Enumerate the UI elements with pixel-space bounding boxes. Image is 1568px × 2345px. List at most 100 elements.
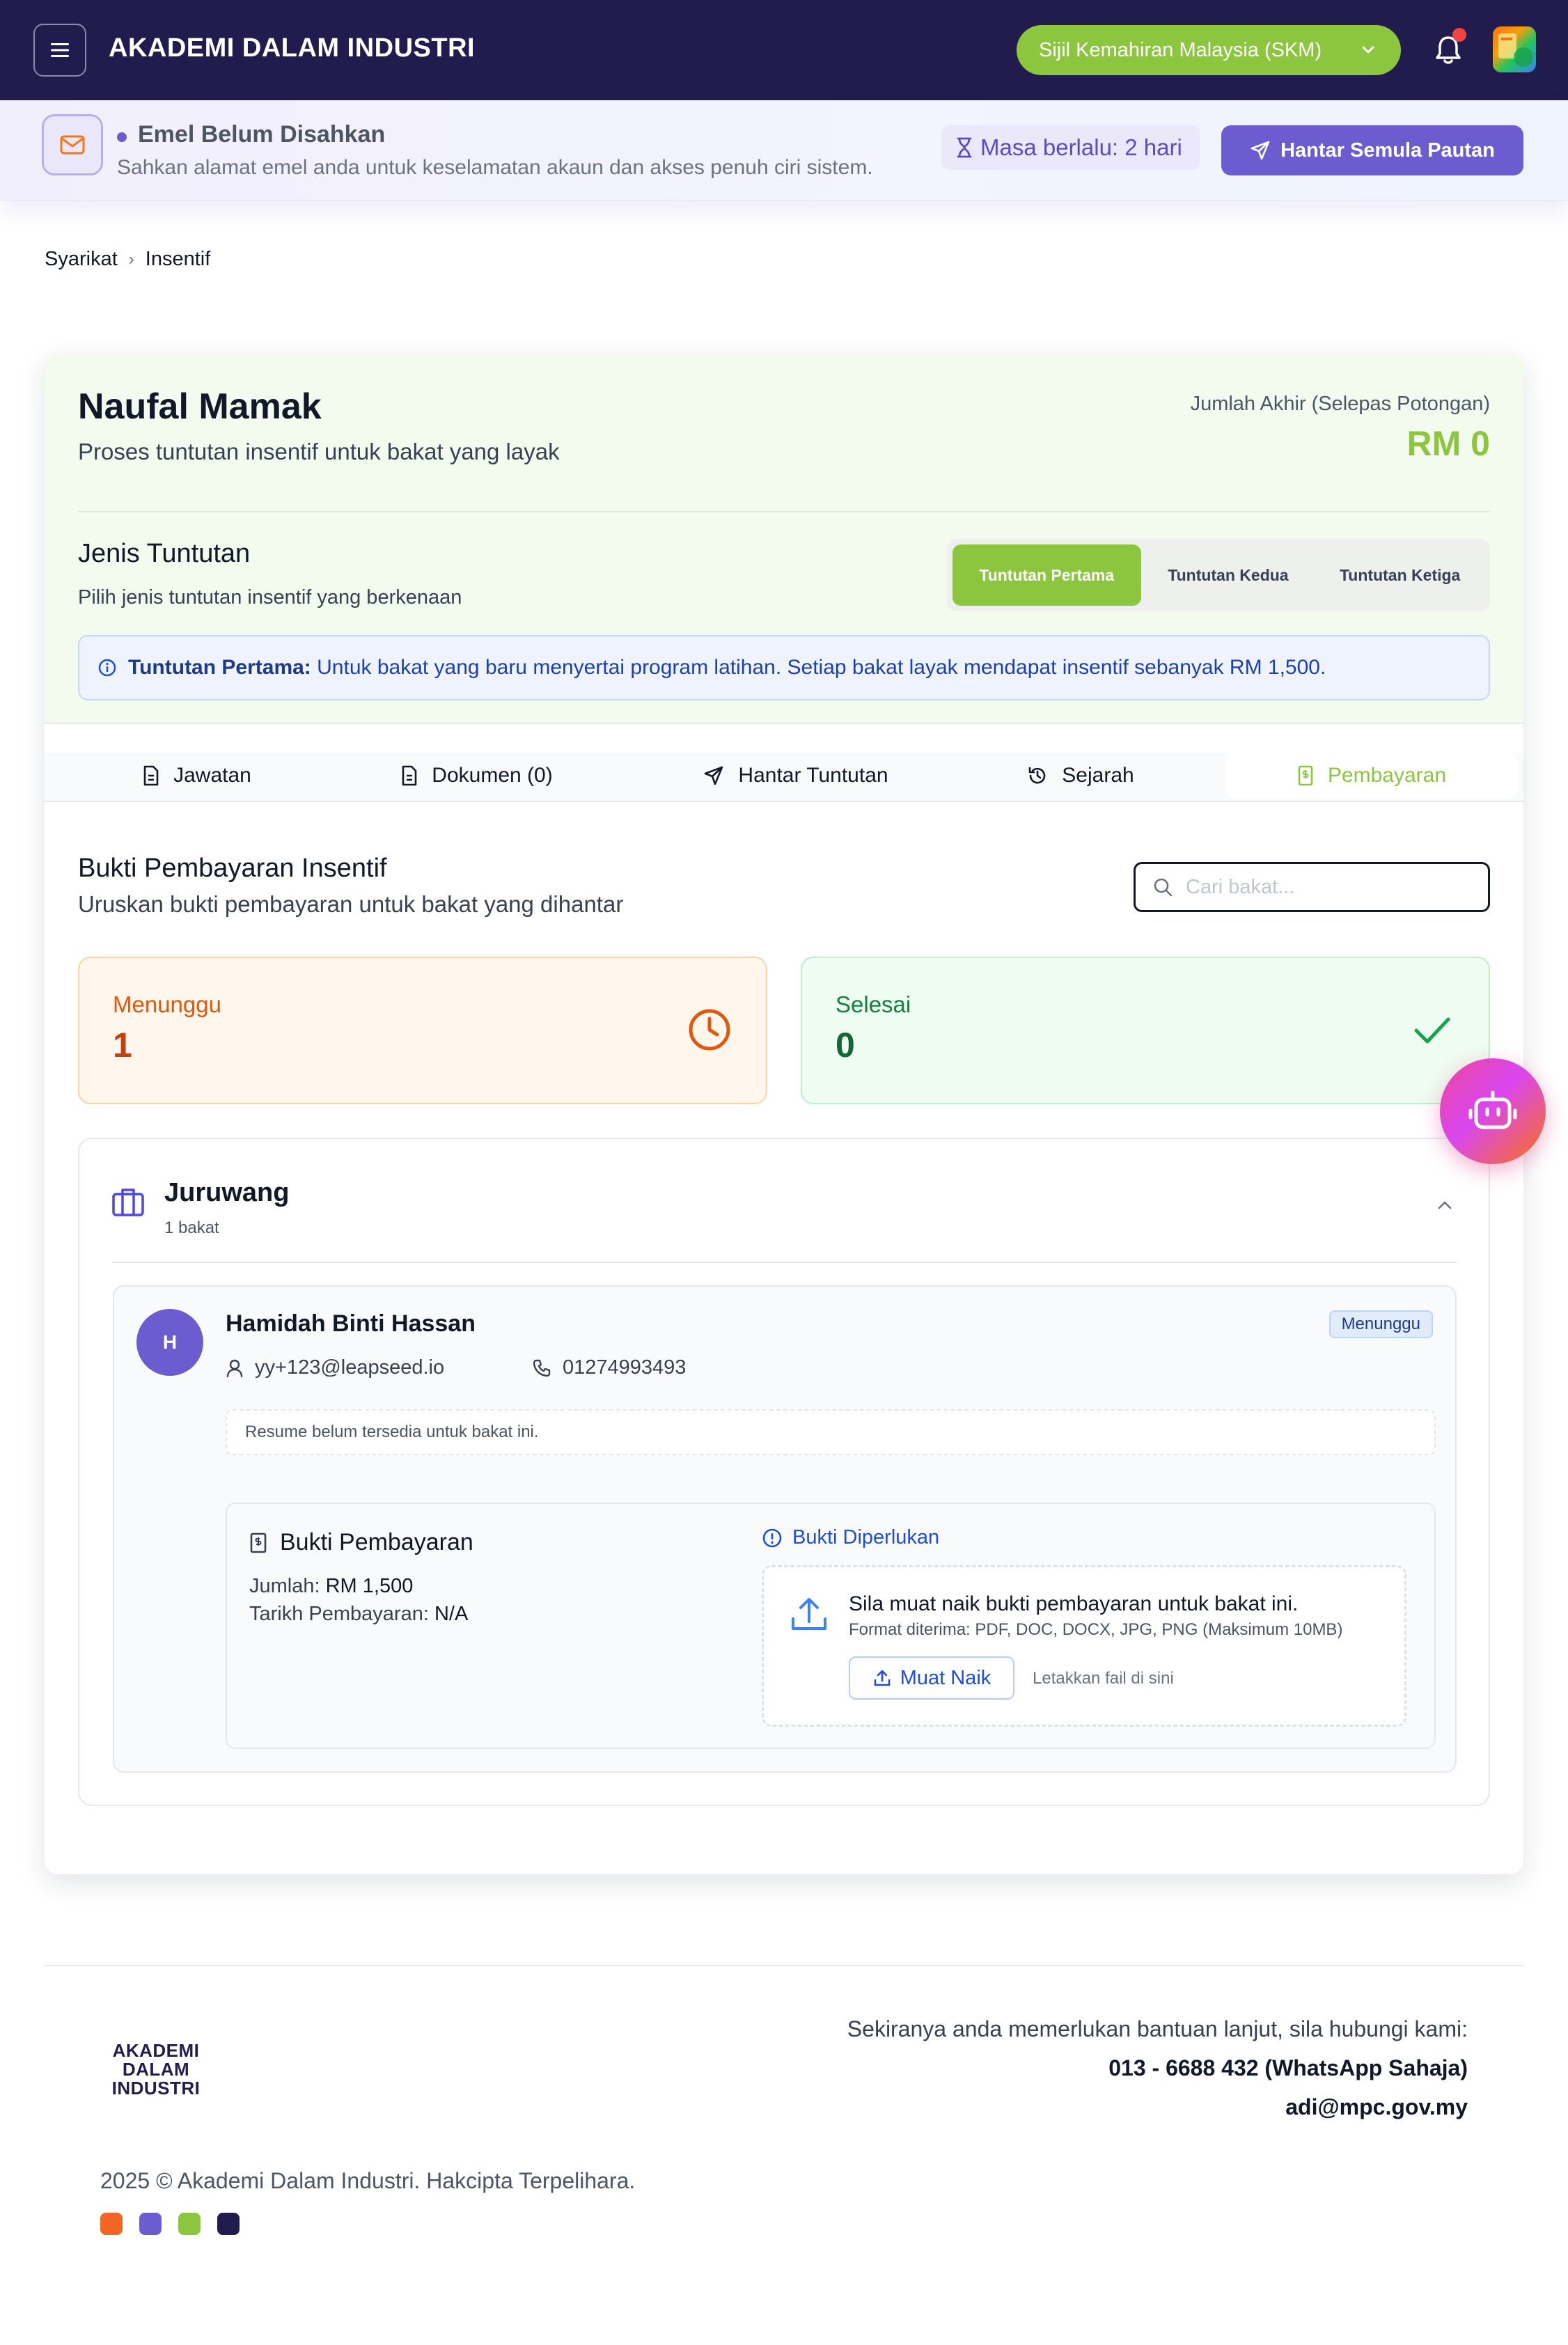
position-title: Juruwang <box>164 1178 290 1207</box>
tab-documents[interactable]: Dokumen (0) <box>350 753 604 798</box>
program-select-label: Sijil Kemahiran Malaysia (SKM) <box>1039 38 1322 61</box>
claim-type-title: Jenis Tuntutan <box>78 539 251 568</box>
upload-icon <box>874 1670 891 1686</box>
check-icon <box>1414 1017 1450 1044</box>
swatch-purple <box>139 2213 162 2235</box>
resend-label: Hantar Semula Pautan <box>1280 139 1495 162</box>
tab-payment[interactable]: Pembayaran <box>1225 753 1518 798</box>
upload-formats: Format diterima: PDF, DOC, DOCX, JPG, PN… <box>849 1620 1343 1639</box>
info-icon <box>98 659 116 677</box>
briefcase-icon <box>112 1189 144 1216</box>
logo-line: AKADEMI <box>112 2040 200 2061</box>
pending-stat-card: Menunggu 1 <box>78 957 767 1104</box>
upload-button[interactable]: Muat Naik <box>849 1656 1014 1700</box>
program-select[interactable]: Sijil Kemahiran Malaysia (SKM) <box>1017 25 1401 75</box>
talent-phone: 01274993493 <box>532 1356 686 1379</box>
brand-swatches <box>100 2213 240 2235</box>
date-value: N/A <box>434 1603 469 1625</box>
robot-icon <box>1468 1090 1517 1129</box>
section-subtitle: Uruskan bukti pembayaran untuk bakat yan… <box>78 891 624 917</box>
talent-email: yy+123@leapseed.io <box>226 1356 444 1379</box>
resend-link-button[interactable]: Hantar Semula Pautan <box>1221 125 1523 175</box>
tab-submit-claim[interactable]: Hantar Tuntutan <box>643 753 948 798</box>
date-label: Tarikh Pembayaran: <box>249 1603 434 1625</box>
top-bar: AKADEMI DALAM INDUSTRI Sijil Kemahiran M… <box>0 0 1568 100</box>
proof-required: Bukti Diperlukan <box>762 1526 939 1549</box>
section-title: Bukti Pembayaran Insentif <box>78 854 387 883</box>
proof-date: Tarikh Pembayaran: N/A <box>249 1603 468 1626</box>
footer-phone[interactable]: 013 - 6688 432 (WhatsApp Sahaja) <box>1108 2055 1468 2081</box>
completed-stat-card: Selesai 0 <box>801 957 1490 1104</box>
talent-card: H Hamidah Binti Hassan Menunggu yy+123@l… <box>113 1285 1457 1773</box>
banner-subtitle: Sahkan alamat emel anda untuk keselamata… <box>117 156 873 179</box>
breadcrumb-item-company[interactable]: Syarikat <box>45 248 118 271</box>
total-value: RM 0 <box>1406 424 1490 463</box>
footer-logo: AKADEMI DALAM INDUSTRI <box>100 2041 212 2098</box>
breadcrumb-item-incentive: Insentif <box>145 248 211 270</box>
banner-title: Emel Belum Disahkan <box>138 121 386 148</box>
tab-bar: Jawatan Dokumen (0) Hantar Tuntutan Seja… <box>45 753 1523 802</box>
claim-option-first[interactable]: Tuntutan Pertama <box>952 544 1141 606</box>
divider <box>113 1262 1457 1263</box>
divider <box>78 511 1490 512</box>
claim-type-subtitle: Pilih jenis tuntutan insentif yang berke… <box>78 586 462 609</box>
claim-info-box: Tuntutan Pertama: Untuk bakat yang baru … <box>78 635 1490 700</box>
position-group: Juruwang 1 bakat H Hamidah Binti Hassan … <box>78 1138 1490 1806</box>
upload-icon <box>792 1598 826 1630</box>
clock-icon <box>689 1009 730 1051</box>
logo-line: INDUSTRI <box>111 2078 201 2099</box>
card-header: Naufal Mamak Proses tuntutan insentif un… <box>45 354 1523 724</box>
document-icon <box>402 765 417 786</box>
user-icon <box>226 1359 243 1377</box>
notification-dot <box>1452 28 1466 42</box>
search-box <box>1134 862 1490 912</box>
page-subtitle: Proses tuntutan insentif untuk bakat yan… <box>78 439 560 464</box>
file-drop-zone[interactable]: Sila muat naik bukti pembayaran untuk ba… <box>762 1565 1406 1727</box>
payment-proof-panel: Bukti Pembayaran Jumlah: RM 1,500 Tarikh… <box>226 1503 1436 1749</box>
search-icon <box>1154 878 1173 897</box>
tab-positions[interactable]: Jawatan <box>45 753 350 798</box>
pending-label: Menunggu <box>113 991 221 1017</box>
talent-phone-text: 01274993493 <box>563 1356 687 1379</box>
app-title: AKADEMI DALAM INDUSTRI <box>109 33 476 63</box>
receipt-icon <box>1298 765 1313 786</box>
proof-amount: Jumlah: RM 1,500 <box>249 1575 413 1598</box>
footer-help-text: Sekiranya anda memerlukan bantuan lanjut… <box>847 2016 1468 2041</box>
chevron-up-icon[interactable] <box>1434 1195 1455 1216</box>
status-dot <box>117 132 127 142</box>
resume-note: Resume belum tersedia untuk bakat ini. <box>226 1409 1436 1455</box>
claim-option-second[interactable]: Tuntutan Kedua <box>1144 544 1313 606</box>
search-input[interactable] <box>1186 875 1464 899</box>
claim-info-text: Tuntutan Pertama: Untuk bakat yang baru … <box>128 656 1326 680</box>
send-icon <box>1251 141 1270 160</box>
chatbot-button[interactable] <box>1440 1058 1546 1164</box>
elapsed-text: Masa berlalu: 2 hari <box>980 134 1182 160</box>
page-title: Naufal Mamak <box>78 386 322 427</box>
claim-info-body: Untuk bakat yang baru menyertai program … <box>311 656 1326 679</box>
copyright: 2025 © Akademi Dalam Industri. Hakcipta … <box>100 2168 636 2193</box>
proof-title-text: Bukti Pembayaran <box>280 1529 473 1555</box>
menu-button[interactable] <box>33 24 86 77</box>
swatch-green <box>178 2213 201 2235</box>
upload-title: Sila muat naik bukti pembayaran untuk ba… <box>849 1592 1299 1615</box>
claim-info-bold: Tuntutan Pertama: <box>128 656 311 679</box>
talent-name: Hamidah Binti Hassan <box>226 1310 476 1337</box>
avatar[interactable] <box>1493 26 1536 72</box>
chevron-down-icon <box>1362 46 1374 54</box>
claim-type-selector: Tuntutan Pertama Tuntutan Kedua Tuntutan… <box>947 539 1490 611</box>
mail-icon-box <box>42 114 103 175</box>
claim-option-third[interactable]: Tuntutan Ketiga <box>1315 544 1484 606</box>
tab-label: Jawatan <box>173 764 251 787</box>
footer-email[interactable]: adi@mpc.gov.my <box>1285 2094 1468 2120</box>
tab-history[interactable]: Sejarah <box>948 753 1213 798</box>
alert-circle-icon <box>762 1528 782 1547</box>
drop-hint: Letakkan fail di sini <box>1033 1669 1174 1688</box>
tab-label: Pembayaran <box>1327 764 1447 787</box>
status-badge: Menunggu <box>1328 1310 1433 1338</box>
proof-required-text: Bukti Diperlukan <box>792 1526 940 1548</box>
amount-label: Jumlah: <box>249 1575 326 1597</box>
breadcrumb-separator: › <box>128 249 134 269</box>
menu-icon <box>51 43 69 57</box>
upload-button-label: Muat Naik <box>900 1666 991 1689</box>
talent-email-text: yy+123@leapseed.io <box>255 1356 445 1379</box>
